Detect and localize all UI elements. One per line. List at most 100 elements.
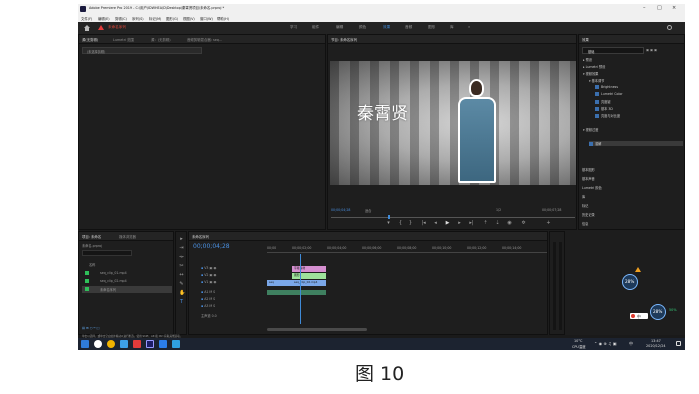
premiere-taskbar-icon[interactable] — [146, 340, 154, 348]
settings-icon[interactable]: ✲ — [521, 221, 526, 226]
tab-effects[interactable]: 效果 — [582, 37, 589, 42]
track-v1[interactable]: ▪ V1 ▣ ◉ — [201, 280, 216, 284]
search-icon[interactable] — [667, 25, 672, 30]
timeline-ruler[interactable]: 00;00 00;00;02;00 00;00;04;00 00;00;06;0… — [267, 245, 547, 253]
tray-icons[interactable]: ⌃ ◉ ⊕ ♫ ▣ — [594, 341, 617, 346]
menu-file[interactable]: 文件(F) — [81, 16, 92, 21]
tab-source-2[interactable]: 源：(无剪辑) — [151, 37, 171, 42]
go-to-in-icon[interactable]: |◂ — [421, 221, 426, 226]
name-column-header[interactable]: 名称 — [89, 262, 95, 267]
program-scrubber[interactable] — [331, 217, 575, 218]
chrome-icon[interactable] — [107, 340, 115, 348]
tab-program[interactable]: 节目: 未命名序列 — [331, 37, 357, 42]
hand-tool-icon[interactable]: ✋ — [179, 291, 185, 296]
add-button-icon[interactable]: + — [546, 221, 551, 226]
lift-icon[interactable]: ⇡ — [483, 221, 488, 226]
mark-in-icon[interactable]: { — [398, 221, 403, 226]
section-lumetri-color[interactable]: Lumetri 颜色 — [582, 185, 602, 190]
tree-item-basic-3d[interactable]: 基本 3D — [595, 106, 613, 111]
close-button[interactable]: × — [672, 5, 676, 11]
tab-audio-mixer[interactable]: 音频剪辑混合器: seq... — [187, 37, 222, 42]
track-a3[interactable]: ▪ A3 M S — [201, 304, 215, 308]
timeline-timecode[interactable]: 00;00;04;28 — [193, 243, 230, 250]
menu-sequence[interactable]: 序列(S) — [132, 16, 144, 21]
razor-tool-icon[interactable]: ✂ — [179, 264, 184, 269]
clip-v3[interactable]: 字幕素材 — [292, 266, 326, 272]
folder-icon[interactable] — [120, 340, 128, 348]
project-search-input[interactable] — [82, 250, 132, 256]
extract-icon[interactable]: ⇣ — [495, 221, 500, 226]
step-forward-icon[interactable]: ▸ — [457, 221, 462, 226]
clip-v1-b[interactable]: seq_clip_02.mp4 — [292, 280, 326, 286]
section-essential-graphics[interactable]: 基本图形 — [582, 167, 595, 172]
person-cutout[interactable] — [456, 79, 498, 183]
track-select-tool-icon[interactable]: ⇥ — [179, 246, 184, 251]
workspace-color[interactable]: 颜色 — [359, 25, 366, 30]
app-icon-blue[interactable] — [159, 340, 167, 348]
search-taskbar-icon[interactable] — [94, 340, 102, 348]
slip-tool-icon[interactable]: ↔ — [179, 273, 184, 278]
program-timecode-current[interactable]: 00;00;04;28 — [331, 208, 350, 212]
timeline-playhead[interactable] — [300, 254, 301, 324]
tree-item-brightness[interactable]: Brightness — [595, 85, 618, 89]
tab-media-browser[interactable]: 媒体浏览器 — [119, 234, 136, 239]
tree-item-dissolve[interactable]: 溶解 — [589, 141, 683, 146]
step-back-icon[interactable]: ◂ — [433, 221, 438, 226]
tree-item-luma-key[interactable]: 亮度键 — [595, 99, 611, 104]
selection-tool-icon[interactable]: ▸ — [179, 237, 184, 242]
tree-item-lumetri-color[interactable]: Lumetri Color — [595, 92, 623, 96]
project-item[interactable]: 未命名序列 — [82, 286, 172, 293]
menu-marker[interactable]: 标记(M) — [149, 16, 161, 21]
mark-out-icon[interactable]: } — [408, 221, 413, 226]
clip-dropdown[interactable]: （未选择剪辑） — [82, 47, 202, 54]
workspace-effects[interactable]: 效果 — [383, 25, 390, 30]
workspace-graphics[interactable]: 图形 — [428, 25, 435, 30]
app-icon-red[interactable] — [133, 340, 141, 348]
maximize-button[interactable]: □ — [657, 5, 662, 11]
fit-dropdown[interactable]: 适合 — [365, 208, 371, 213]
tab-source[interactable]: 源(无剪辑) — [82, 37, 98, 42]
track-v3[interactable]: ▪ V3 ▣ ◉ — [201, 266, 216, 270]
overlay-title-text[interactable]: 秦霄贤 — [357, 99, 408, 124]
tab-project[interactable]: 项目: 未命名 — [82, 234, 101, 239]
effects-view-icon[interactable]: ▣ ▣ ▣ — [646, 48, 657, 52]
timeline-scrollbar[interactable] — [267, 328, 367, 331]
playhead-marker[interactable] — [388, 215, 390, 219]
cpu-widget[interactable]: 28% — [622, 274, 638, 290]
tree-item-video-transitions[interactable]: ▾ 视频过渡 — [583, 127, 598, 132]
project-item[interactable]: seq_clip_02.mp4 — [82, 278, 172, 285]
tab-lumetri-scopes[interactable]: Lumetri 范围 — [113, 37, 134, 42]
effects-search-input[interactable]: 基础 — [582, 47, 644, 54]
workspace-editing[interactable]: 编辑 — [336, 25, 343, 30]
menu-graphics[interactable]: 图形(G) — [166, 16, 178, 21]
tab-sequence[interactable]: 未命名序列 — [192, 234, 209, 239]
clip-v2[interactable]: 图形 — [292, 273, 326, 279]
menu-view[interactable]: 视图(V) — [183, 16, 195, 21]
tree-item-lumetri-presets[interactable]: ▸ Lumetri 预设 — [583, 64, 605, 69]
track-master[interactable]: 主声道 0.0 — [201, 313, 217, 318]
tree-item-presets[interactable]: ▸ 预设 — [583, 57, 592, 62]
workspace-libraries[interactable]: 库 — [450, 25, 454, 30]
menu-help[interactable]: 帮助(H) — [217, 16, 229, 21]
play-icon[interactable]: ▶ — [445, 221, 450, 226]
app-icon-cyan[interactable] — [172, 340, 180, 348]
section-history[interactable]: 历史记录 — [582, 212, 595, 217]
section-libraries[interactable]: 库 — [582, 194, 585, 199]
quality-dropdown[interactable]: 1/2 — [496, 208, 501, 212]
type-tool-icon[interactable]: T — [179, 300, 184, 305]
menu-edit[interactable]: 编辑(E) — [98, 16, 110, 21]
pen-tool-icon[interactable]: ✎ — [179, 282, 184, 287]
clip-v1-a[interactable]: seq — [267, 280, 292, 286]
ripple-edit-tool-icon[interactable]: ⟛ — [179, 255, 184, 260]
notification-icon[interactable] — [676, 341, 681, 346]
section-markers[interactable]: 标记 — [582, 203, 588, 208]
tree-item-brightness-contrast[interactable]: 亮度与对比度 — [595, 113, 620, 118]
minimize-button[interactable]: – — [643, 5, 646, 11]
section-essential-sound[interactable]: 基本声音 — [582, 176, 595, 181]
more-workspaces-icon[interactable]: » — [468, 25, 470, 29]
workspace-audio[interactable]: 音频 — [405, 25, 412, 30]
menu-window[interactable]: 窗口(W) — [200, 16, 213, 21]
ime-indicator[interactable]: 中 — [629, 341, 633, 347]
project-item[interactable]: seq_clip_01.mp4 — [82, 270, 172, 277]
menu-clip[interactable]: 剪辑(C) — [115, 16, 127, 21]
